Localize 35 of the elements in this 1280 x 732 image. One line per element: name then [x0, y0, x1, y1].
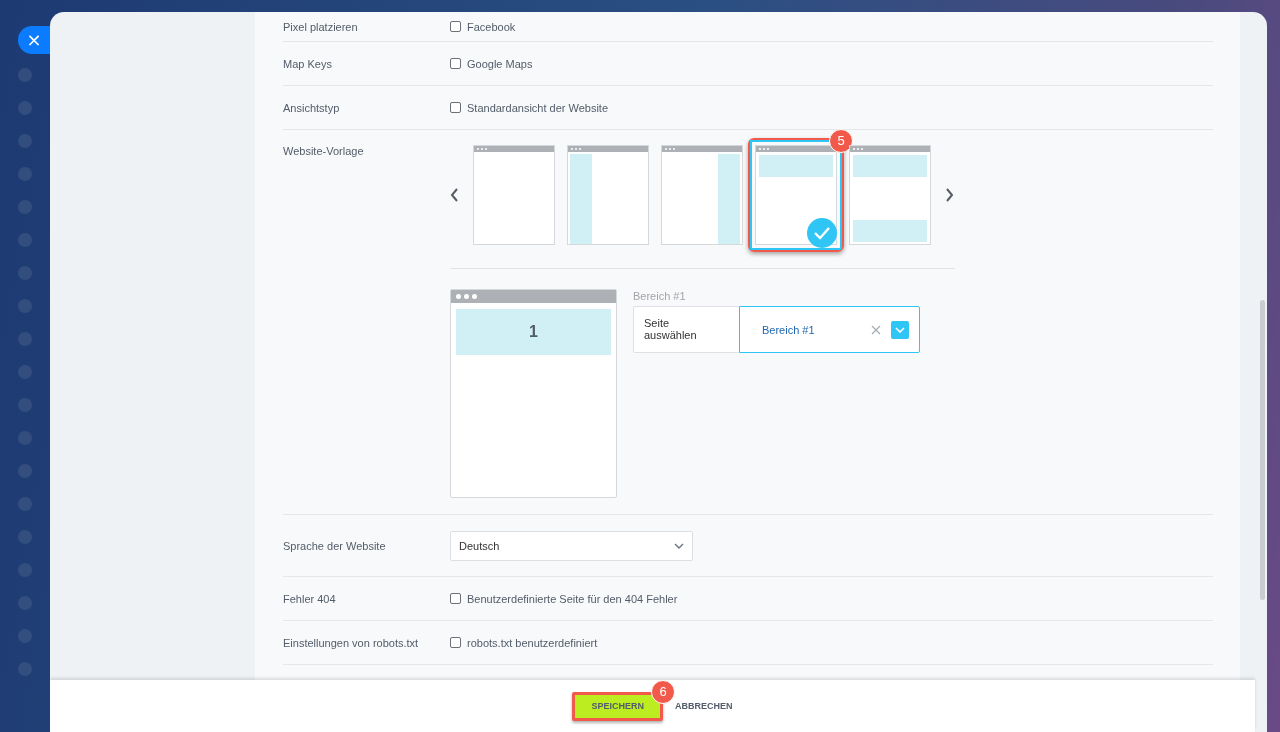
scrollbar[interactable]	[1260, 300, 1265, 600]
area-field[interactable]: Bereich #1	[739, 306, 920, 353]
checkbox[interactable]	[450, 593, 461, 604]
page-select[interactable]: Seite auswählen	[633, 306, 739, 353]
checkbox-label[interactable]: Facebook	[467, 20, 516, 33]
template-thumbnail[interactable]	[473, 145, 555, 245]
setting-label: Einstellungen von robots.txt	[283, 636, 420, 649]
template-thumbnail[interactable]	[661, 145, 743, 245]
checkbox[interactable]	[450, 21, 461, 32]
language-select[interactable]: Deutsch	[450, 530, 693, 561]
checkbox[interactable]	[450, 102, 461, 113]
chevron-left-icon[interactable]	[450, 188, 459, 202]
checkbox-label[interactable]: robots.txt benutzerdefiniert	[467, 636, 598, 649]
dropdown-button[interactable]	[891, 320, 909, 339]
cancel-button[interactable]: ABBRECHEN	[675, 701, 733, 711]
template-thumbnail[interactable]	[567, 145, 649, 245]
checkbox[interactable]	[450, 637, 461, 648]
chevron-right-icon[interactable]	[945, 188, 954, 202]
checkbox[interactable]	[450, 58, 461, 69]
check-icon	[807, 218, 837, 248]
setting-label: Ansichtstyp	[283, 101, 341, 114]
checkbox-label[interactable]: Google Maps	[467, 57, 533, 70]
setting-label: Map Keys	[283, 57, 333, 70]
setting-label: Pixel platzieren	[283, 20, 359, 33]
setting-label: Sprache der Website	[283, 539, 387, 552]
area-block[interactable]: 1	[456, 309, 611, 355]
checkbox-label[interactable]: Standardansicht der Website	[467, 101, 609, 114]
setting-label: Website-Vorlage	[283, 145, 365, 157]
template-thumbnail[interactable]	[849, 145, 931, 245]
close-icon[interactable]	[871, 324, 881, 335]
area-label: Bereich #1	[633, 290, 687, 302]
setting-label: Fehler 404	[283, 592, 337, 605]
chevron-down-icon	[895, 326, 905, 333]
checkbox-label[interactable]: Benutzerdefinierte Seite für den 404 Fehler	[467, 592, 678, 605]
chevron-down-icon	[674, 542, 684, 549]
